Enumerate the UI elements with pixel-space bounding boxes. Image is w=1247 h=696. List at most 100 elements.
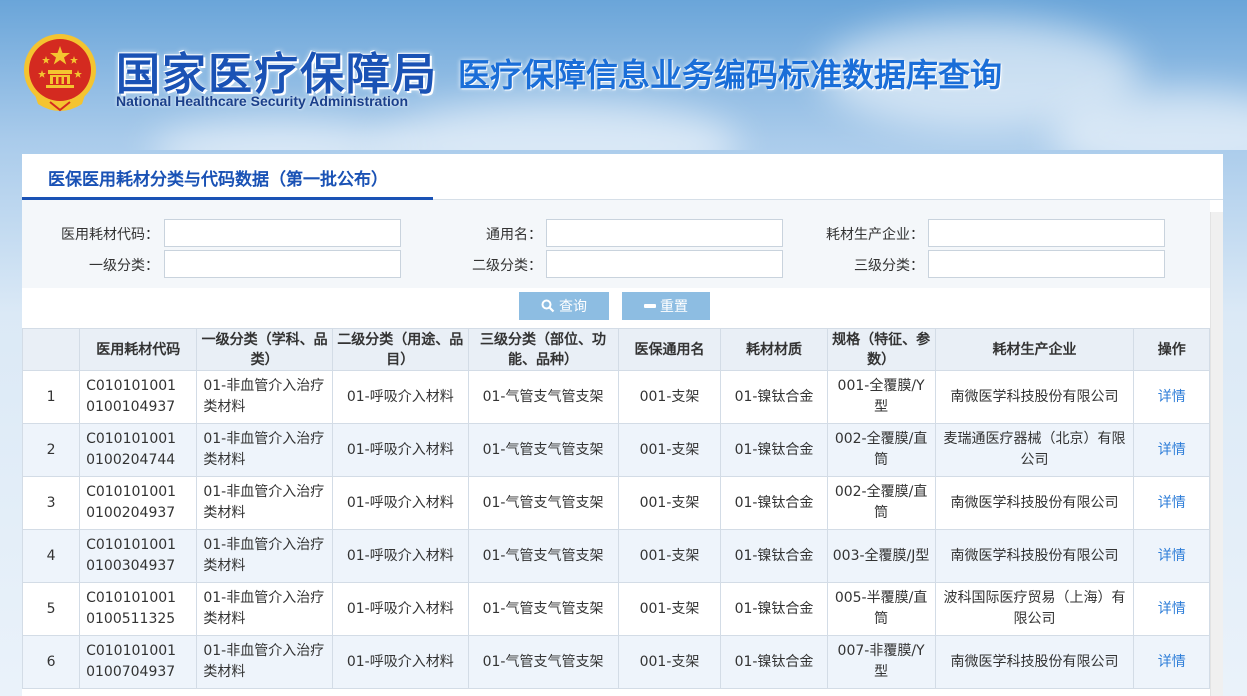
table-row[interactable]: 2 C010101001 0100204744 01-非血管介入治疗类材料 01…	[21, 423, 1210, 477]
generic-name-input[interactable]	[546, 219, 783, 247]
cell-level1: 01-非血管介入治疗类材料	[196, 370, 333, 424]
generic-name-label: 通用名：	[486, 227, 542, 243]
table-row[interactable]: 6 C010101001 0100704937 01-非血管介入治疗类材料 01…	[21, 635, 1210, 689]
cell-generic-name: 001-支架	[617, 476, 722, 530]
cell-level2: 01-呼吸介入材料	[331, 529, 469, 583]
cell-material: 01-镍钛合金	[720, 476, 828, 530]
minus-icon	[644, 304, 656, 308]
details-link[interactable]: 详情	[1133, 582, 1210, 636]
cell-code: C010101001 0100204937	[79, 476, 198, 530]
cell-code: C010101001 0100104937	[79, 370, 198, 424]
cell-level1: 01-非血管介入治疗类材料	[196, 529, 333, 583]
site-header: 国家医疗保障局 医疗保障信息业务编码标准数据库查询 National Healt…	[0, 0, 1247, 150]
cell-manufacturer: 南微医学科技股份有限公司	[934, 370, 1135, 424]
level3-label: 三级分类：	[854, 258, 924, 274]
cell-generic-name: 001-支架	[617, 529, 722, 583]
cell-level3: 01-气管支气管支架	[467, 635, 619, 689]
cell-material: 01-镍钛合金	[720, 370, 828, 424]
vertical-scrollbar[interactable]	[1210, 212, 1223, 696]
results-table: 医用耗材代码 一级分类（学科、品类） 二级分类（用途、品目） 三级分类（部位、功…	[21, 328, 1210, 689]
manufacturer-input[interactable]	[928, 219, 1165, 247]
search-form: 医用耗材代码： 通用名： 耗材生产企业： 一级分类： 二级分类： 三级分类：	[22, 200, 1210, 288]
cell-manufacturer: 南微医学科技股份有限公司	[934, 476, 1135, 530]
table-row[interactable]: 1 C010101001 0100104937 01-非血管介入治疗类材料 01…	[21, 370, 1210, 424]
col-header-generic-name: 医保通用名	[617, 328, 722, 371]
cell-level3: 01-气管支气管支架	[467, 476, 619, 530]
cell-manufacturer: 南微医学科技股份有限公司	[934, 529, 1135, 583]
col-header-level2: 二级分类（用途、品目）	[331, 328, 469, 371]
cell-material: 01-镍钛合金	[720, 635, 828, 689]
query-button[interactable]: 查询	[519, 292, 609, 320]
table-row[interactable]: 4 C010101001 0100304937 01-非血管介入治疗类材料 01…	[21, 529, 1210, 583]
agency-title-en: National Healthcare Security Administrat…	[116, 93, 408, 109]
cell-level2: 01-呼吸介入材料	[331, 370, 469, 424]
reset-button[interactable]: 重置	[622, 292, 710, 320]
row-index: 6	[21, 635, 81, 689]
row-index: 5	[21, 582, 81, 636]
query-button-label: 查询	[559, 299, 587, 315]
details-link[interactable]: 详情	[1133, 476, 1210, 530]
button-bar: 查询 重置	[22, 288, 1210, 328]
col-header-index	[21, 328, 81, 371]
cell-level2: 01-呼吸介入材料	[331, 582, 469, 636]
code-input[interactable]	[164, 219, 401, 247]
content-panel: 医保医用耗材分类与代码数据（第一批公布） 医用耗材代码： 通用名： 耗材生产企业…	[21, 154, 1223, 696]
level3-input[interactable]	[928, 250, 1165, 278]
details-link[interactable]: 详情	[1133, 370, 1210, 424]
col-header-material: 耗材材质	[720, 328, 828, 371]
cell-spec: 003-全覆膜/J型	[826, 529, 936, 583]
row-index: 1	[21, 370, 81, 424]
row-index: 3	[21, 476, 81, 530]
col-header-level1: 一级分类（学科、品类）	[196, 328, 333, 371]
cell-generic-name: 001-支架	[617, 635, 722, 689]
code-label: 医用耗材代码：	[61, 227, 159, 243]
col-header-action: 操作	[1133, 328, 1210, 371]
level1-label: 一级分类：	[89, 258, 159, 274]
cell-level2: 01-呼吸介入材料	[331, 423, 469, 477]
details-link[interactable]: 详情	[1133, 635, 1210, 689]
cell-material: 01-镍钛合金	[720, 582, 828, 636]
cell-code: C010101001 0100304937	[79, 529, 198, 583]
row-index: 4	[21, 529, 81, 583]
national-emblem-icon	[24, 34, 96, 112]
cell-level3: 01-气管支气管支架	[467, 370, 619, 424]
search-icon	[541, 299, 555, 313]
cell-code: C010101001 0100511325	[79, 582, 198, 636]
cell-code: C010101001 0100704937	[79, 635, 198, 689]
cell-spec: 007-非覆膜/Y型	[826, 635, 936, 689]
cell-generic-name: 001-支架	[617, 370, 722, 424]
cell-spec: 005-半覆膜/直筒	[826, 582, 936, 636]
cell-level2: 01-呼吸介入材料	[331, 635, 469, 689]
cell-level3: 01-气管支气管支架	[467, 529, 619, 583]
cell-generic-name: 001-支架	[617, 582, 722, 636]
details-link[interactable]: 详情	[1133, 529, 1210, 583]
col-header-level3: 三级分类（部位、功能、品种）	[467, 328, 619, 371]
cell-generic-name: 001-支架	[617, 423, 722, 477]
cell-code: C010101001 0100204744	[79, 423, 198, 477]
col-header-spec: 规格（特征、参数）	[826, 328, 936, 371]
level1-input[interactable]	[164, 250, 401, 278]
cell-level1: 01-非血管介入治疗类材料	[196, 582, 333, 636]
cell-material: 01-镍钛合金	[720, 423, 828, 477]
level2-input[interactable]	[546, 250, 783, 278]
site-subtitle: 医疗保障信息业务编码标准数据库查询	[458, 56, 1003, 94]
col-header-code: 医用耗材代码	[79, 328, 198, 371]
row-index: 2	[21, 423, 81, 477]
cell-manufacturer: 南微医学科技股份有限公司	[934, 635, 1135, 689]
cell-manufacturer: 波科国际医疗贸易（上海）有限公司	[934, 582, 1135, 636]
cell-level2: 01-呼吸介入材料	[331, 476, 469, 530]
tab-consumables-catalog[interactable]: 医保医用耗材分类与代码数据（第一批公布）	[22, 154, 433, 200]
col-header-manufacturer: 耗材生产企业	[934, 328, 1135, 371]
cell-level1: 01-非血管介入治疗类材料	[196, 423, 333, 477]
table-row[interactable]: 3 C010101001 0100204937 01-非血管介入治疗类材料 01…	[21, 476, 1210, 530]
details-link[interactable]: 详情	[1133, 423, 1210, 477]
manufacturer-label: 耗材生产企业：	[826, 227, 924, 243]
cell-spec: 002-全覆膜/直筒	[826, 423, 936, 477]
cell-level3: 01-气管支气管支架	[467, 582, 619, 636]
cell-level3: 01-气管支气管支架	[467, 423, 619, 477]
level2-label: 二级分类：	[472, 258, 542, 274]
tab-bar: 医保医用耗材分类与代码数据（第一批公布）	[22, 154, 1223, 200]
table-row[interactable]: 5 C010101001 0100511325 01-非血管介入治疗类材料 01…	[21, 582, 1210, 636]
cell-spec: 001-全覆膜/Y型	[826, 370, 936, 424]
cell-material: 01-镍钛合金	[720, 529, 828, 583]
